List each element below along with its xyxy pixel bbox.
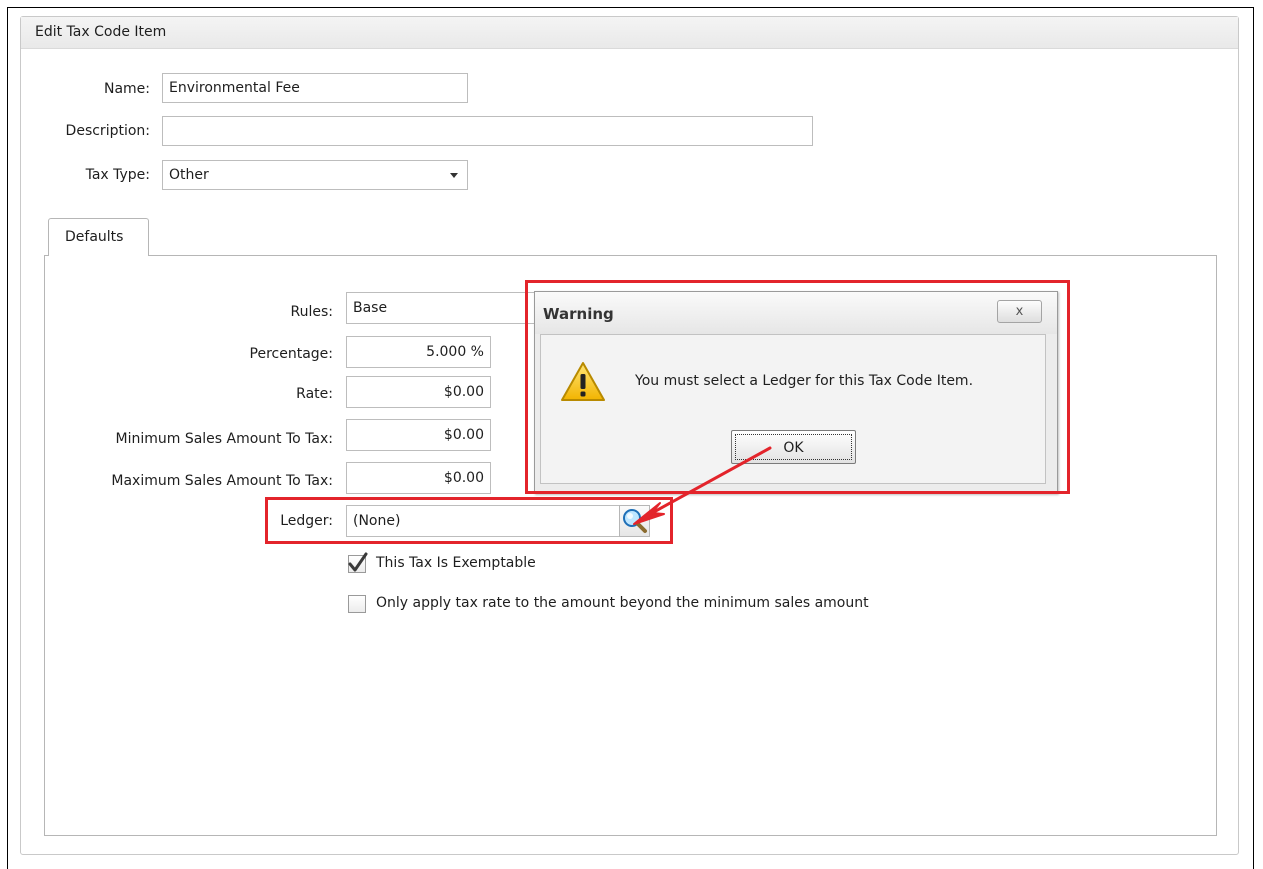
annotation-arrow <box>633 446 772 525</box>
tab-defaults-label: Defaults <box>65 229 124 245</box>
